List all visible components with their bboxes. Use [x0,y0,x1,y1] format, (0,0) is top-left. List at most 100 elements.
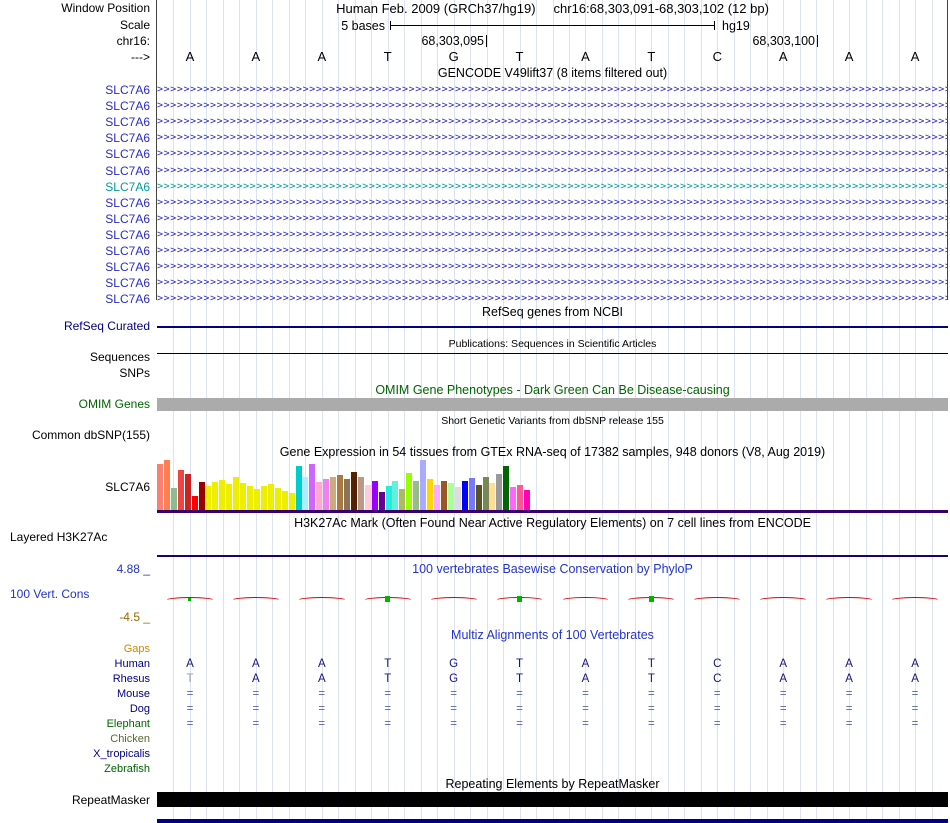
gtex-expression-bar[interactable] [267,484,274,510]
omim-genes-track[interactable] [157,398,948,411]
gtex-expression-bar[interactable] [392,481,399,510]
gtex-expression-bar[interactable] [247,486,254,510]
gene-row-label[interactable]: SLC7A6 [0,277,150,290]
gtex-expression-bar[interactable] [385,486,392,510]
gtex-expression-bar[interactable] [364,485,371,510]
gene-row-label[interactable]: SLC7A6 [0,84,150,97]
gene-row-arrows[interactable]: >>>>>>>>>>>>>>>>>>>>>>>>>>>>>>>>>>>>>>>>… [157,293,948,306]
gtex-expression-bar[interactable] [184,474,191,510]
phylop-positive-tick[interactable] [385,596,391,602]
gtex-expression-bar[interactable] [517,485,524,510]
gtex-expression-bar[interactable] [378,492,385,510]
phylop-signal[interactable] [560,597,611,604]
gene-row-arrows[interactable]: >>>>>>>>>>>>>>>>>>>>>>>>>>>>>>>>>>>>>>>>… [157,165,948,178]
gtex-expression-bar[interactable] [295,466,302,510]
gene-row-label[interactable]: SLC7A6 [0,132,150,145]
gtex-expression-bar[interactable] [330,477,337,510]
gtex-expression-bar[interactable] [191,496,198,510]
gene-row-label[interactable]: SLC7A6 [0,100,150,113]
gtex-expression-bar[interactable] [475,485,482,510]
gene-row-arrows[interactable]: >>>>>>>>>>>>>>>>>>>>>>>>>>>>>>>>>>>>>>>>… [157,100,948,113]
gene-row-arrows[interactable]: >>>>>>>>>>>>>>>>>>>>>>>>>>>>>>>>>>>>>>>>… [157,84,948,97]
gtex-expression-bar[interactable] [205,486,212,510]
gene-row-label[interactable]: SLC7A6 [0,165,150,178]
gtex-expression-bar[interactable] [323,479,330,510]
gtex-expression-bar[interactable] [309,464,316,510]
gene-row-label[interactable]: SLC7A6 [0,245,150,258]
h3k27ac-track[interactable] [157,555,948,557]
gene-row-arrows[interactable]: >>>>>>>>>>>>>>>>>>>>>>>>>>>>>>>>>>>>>>>>… [157,181,948,194]
gtex-expression-bar[interactable] [420,460,427,510]
gtex-expression-bar[interactable] [524,490,531,510]
phylop-signal[interactable] [890,597,940,604]
gtex-expression-bar[interactable] [344,479,350,510]
gtex-expression-bar[interactable] [447,483,454,510]
phylop-positive-tick[interactable] [517,596,523,602]
phylop-signal[interactable] [230,597,281,604]
gene-row-label[interactable]: SLC7A6 [0,229,150,242]
gene-row-label[interactable]: SLC7A6 [0,213,150,226]
gtex-expression-bar[interactable] [163,460,170,510]
phylop-positive-tick[interactable] [188,598,192,601]
gtex-expression-bar[interactable] [281,491,288,510]
gtex-expression-bar[interactable] [371,481,378,510]
bottom-track-line[interactable] [157,819,948,823]
gtex-expression-bar[interactable] [434,485,441,510]
gtex-expression-bar[interactable] [157,464,163,510]
gtex-expression-bar[interactable] [274,488,281,510]
gtex-expression-bar[interactable] [468,478,475,510]
gtex-expression-bar[interactable] [253,489,260,510]
gene-row-label[interactable]: SLC7A6 [0,116,150,129]
gene-row-arrows[interactable]: >>>>>>>>>>>>>>>>>>>>>>>>>>>>>>>>>>>>>>>>… [157,197,948,210]
gtex-expression-bar[interactable] [357,477,364,510]
phylop-signal[interactable] [692,597,743,604]
gtex-expression-bar[interactable] [219,480,226,510]
gtex-expression-bar[interactable] [454,487,461,510]
phylop-signal[interactable] [428,597,479,604]
phylop-signal[interactable] [824,597,875,604]
gene-row-label[interactable]: SLC7A6 [0,181,150,194]
gtex-expression-bar[interactable] [170,488,177,510]
gene-row-arrows[interactable]: >>>>>>>>>>>>>>>>>>>>>>>>>>>>>>>>>>>>>>>>… [157,229,948,242]
phylop-signal[interactable] [296,597,347,604]
gene-row-arrows[interactable]: >>>>>>>>>>>>>>>>>>>>>>>>>>>>>>>>>>>>>>>>… [157,148,948,161]
gtex-expression-bar[interactable] [288,493,295,510]
phylop-signal[interactable] [758,597,809,604]
gtex-expression-bar[interactable] [503,466,510,510]
gtex-expression-bar[interactable] [427,479,434,510]
publications-track[interactable] [157,353,948,354]
gtex-expression-bar[interactable] [440,481,447,510]
gtex-expression-bar[interactable] [413,481,420,510]
gene-row-arrows[interactable]: >>>>>>>>>>>>>>>>>>>>>>>>>>>>>>>>>>>>>>>>… [157,116,948,129]
gtex-expression-bar[interactable] [302,477,309,510]
gene-row-label[interactable]: SLC7A6 [0,261,150,274]
repeatmasker-track[interactable] [157,792,948,807]
gtex-expression-bar[interactable] [399,489,406,510]
gtex-expression-bar[interactable] [226,484,233,510]
gene-row-arrows[interactable]: >>>>>>>>>>>>>>>>>>>>>>>>>>>>>>>>>>>>>>>>… [157,132,948,145]
gtex-expression-bar[interactable] [406,473,413,510]
gtex-expression-bar[interactable] [260,486,267,510]
gtex-expression-bar[interactable] [350,472,357,510]
gtex-expression-bar[interactable] [496,474,503,510]
gene-row-label[interactable]: SLC7A6 [0,148,150,161]
gtex-expression-bar[interactable] [240,483,247,510]
gene-row-label[interactable]: SLC7A6 [0,197,150,210]
gene-row-arrows[interactable]: >>>>>>>>>>>>>>>>>>>>>>>>>>>>>>>>>>>>>>>>… [157,245,948,258]
gtex-expression-bar[interactable] [461,481,468,510]
gene-row-label[interactable]: SLC7A6 [0,293,150,306]
gene-row-arrows[interactable]: >>>>>>>>>>>>>>>>>>>>>>>>>>>>>>>>>>>>>>>>… [157,261,948,274]
gtex-expression-bar[interactable] [316,482,323,510]
gene-row-arrows[interactable]: >>>>>>>>>>>>>>>>>>>>>>>>>>>>>>>>>>>>>>>>… [157,277,948,290]
gene-row-arrows[interactable]: >>>>>>>>>>>>>>>>>>>>>>>>>>>>>>>>>>>>>>>>… [157,213,948,226]
gtex-expression-bar[interactable] [198,482,205,510]
gtex-expression-bar[interactable] [337,475,344,510]
phylop-positive-tick[interactable] [648,596,654,602]
gtex-expression-bar[interactable] [233,477,240,510]
gtex-expression-bar[interactable] [489,483,496,510]
gtex-expression-bar[interactable] [510,487,517,510]
gtex-expression-bar[interactable] [212,482,219,510]
refseq-curated-track[interactable] [157,326,948,328]
gtex-expression-bar[interactable] [482,477,489,510]
gtex-expression-bar[interactable] [177,470,184,510]
